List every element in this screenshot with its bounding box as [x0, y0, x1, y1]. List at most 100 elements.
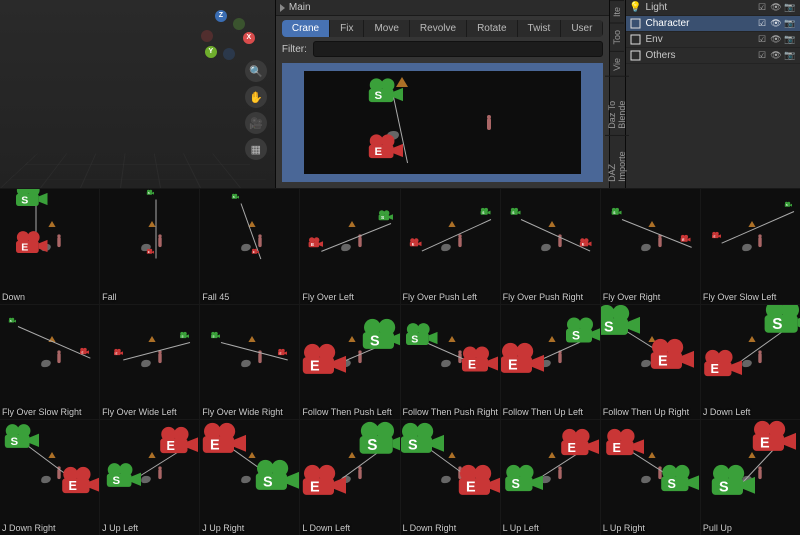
preset-thumb[interactable]: SEDown	[0, 189, 99, 304]
view-tool-perspective[interactable]: ▦	[245, 138, 267, 160]
preset-thumb[interactable]: SEL Up Right	[601, 420, 700, 535]
outliner-row-character[interactable]: Character☑👁📷	[626, 16, 800, 32]
toggle-select-icon[interactable]: ☑	[756, 18, 768, 30]
preset-thumb[interactable]: SEFly Over Push Right	[501, 189, 600, 304]
collection-icon	[630, 34, 642, 46]
viewport-3d[interactable]: Z X Y 🔍 ✋ 🎥 ▦	[0, 0, 276, 188]
axis-z[interactable]: Z	[215, 10, 227, 22]
vtab-2[interactable]: Vie	[610, 51, 624, 77]
preset-thumb[interactable]: SEJ Up Left	[100, 420, 199, 535]
tab-revolve[interactable]: Revolve	[410, 20, 467, 37]
toggle-render-icon[interactable]: 📷	[784, 2, 796, 14]
preset-thumb[interactable]: SEJ Up Right	[200, 420, 299, 535]
preset-thumb[interactable]: SEFollow Then Up Right	[601, 305, 700, 420]
vtab-0[interactable]: Ite	[610, 0, 624, 23]
character-figure	[487, 118, 491, 130]
axis-y-neg[interactable]	[233, 18, 245, 30]
toggle-visible-icon[interactable]: 👁	[770, 34, 782, 46]
camera-start-icon: S	[510, 207, 521, 218]
rock-prop	[441, 244, 451, 251]
collection-icon	[630, 50, 642, 62]
character-figure	[358, 469, 361, 479]
tab-fix[interactable]: Fix	[330, 20, 364, 37]
preset-thumb[interactable]: SEFly Over Slow Left	[701, 189, 800, 304]
preset-thumb[interactable]: SEFollow Then Up Left	[501, 305, 600, 420]
preset-thumb[interactable]: SEPull Up	[701, 420, 800, 535]
view-tool-zoom[interactable]: 🔍	[245, 60, 267, 82]
preset-thumb[interactable]: SEFall 45	[200, 189, 299, 304]
preset-thumb[interactable]: SEFollow Then Push Right	[401, 305, 500, 420]
preset-label: Follow Then Push Right	[403, 407, 498, 417]
axis-x[interactable]: X	[243, 32, 255, 44]
preset-thumb[interactable]: SEFly Over Left	[300, 189, 399, 304]
preset-thumb[interactable]: SEFall	[100, 189, 199, 304]
tab-move[interactable]: Move	[364, 20, 409, 37]
axis-z-neg[interactable]	[223, 48, 235, 60]
tab-user[interactable]: User	[561, 20, 603, 37]
vtab-1[interactable]: Too	[610, 23, 624, 51]
preset-thumb[interactable]: SEJ Down Left	[701, 305, 800, 420]
toggle-select-icon[interactable]: ☑	[756, 34, 768, 46]
toggle-visible-icon[interactable]: 👁	[770, 2, 782, 14]
camera-start-icon: S	[401, 421, 445, 459]
character-figure	[659, 237, 662, 247]
preset-thumb[interactable]: SEFly Over Push Left	[401, 189, 500, 304]
axis-gizmo[interactable]: Z X Y	[205, 10, 255, 60]
preset-label: Fly Over Wide Left	[102, 407, 177, 417]
view-tool-pan[interactable]: ✋	[245, 86, 267, 108]
disclose-icon[interactable]	[280, 4, 285, 12]
character-figure	[358, 237, 361, 247]
tab-crane[interactable]: Crane	[282, 20, 330, 37]
axis-x-neg[interactable]	[201, 30, 213, 42]
rock-prop	[41, 475, 51, 482]
toggle-visible-icon[interactable]: 👁	[770, 50, 782, 62]
preset-thumb[interactable]: SEL Down Right	[401, 420, 500, 535]
camera-start-icon: S	[562, 316, 600, 348]
preset-thumb[interactable]: SEFly Over Wide Right	[200, 305, 299, 420]
filter-input[interactable]	[313, 41, 604, 57]
svg-text:S: S	[21, 194, 28, 206]
preset-thumb[interactable]: SEL Down Left	[300, 420, 399, 535]
camera-end-icon: E	[578, 238, 591, 250]
outliner-row-env[interactable]: Env☑👁📷	[626, 32, 800, 48]
toggle-render-icon[interactable]: 📷	[784, 34, 796, 46]
camera-end-icon: E	[409, 238, 422, 250]
svg-text:E: E	[710, 362, 718, 376]
vtab-4[interactable]: DAZ Importe	[605, 135, 629, 188]
toggle-visible-icon[interactable]: 👁	[770, 18, 782, 30]
svg-text:S: S	[408, 437, 418, 453]
preset-thumb[interactable]: SEFly Over Right	[601, 189, 700, 304]
rock-prop	[141, 360, 151, 367]
svg-text:E: E	[21, 242, 28, 254]
preset-thumb[interactable]: SEFollow Then Push Left	[300, 305, 399, 420]
camera-start-icon: S	[358, 317, 400, 355]
toggle-render-icon[interactable]: 📷	[784, 50, 796, 62]
outliner-row-others[interactable]: Others☑👁📷	[626, 48, 800, 64]
target-cone-icon	[749, 336, 756, 342]
target-cone-icon	[348, 221, 355, 227]
vtab-3[interactable]: Daz To Blende	[605, 76, 629, 135]
tab-twist[interactable]: Twist	[518, 20, 562, 37]
axis-y[interactable]: Y	[205, 46, 217, 58]
camera-start-icon: S	[354, 420, 399, 460]
preset-label: L Up Left	[503, 523, 539, 533]
motion-path	[155, 199, 156, 258]
preset-thumb[interactable]: SEL Up Left	[501, 420, 600, 535]
outliner-row-light[interactable]: 💡Light☑👁📷	[626, 0, 800, 16]
preview-box: SE	[282, 63, 604, 182]
tab-rotate[interactable]: Rotate	[467, 20, 517, 37]
character-figure	[759, 237, 762, 247]
preset-thumb[interactable]: SEFly Over Slow Right	[0, 305, 99, 420]
preset-thumb[interactable]: SEJ Down Right	[0, 420, 99, 535]
svg-text:E: E	[658, 353, 668, 369]
toggle-select-icon[interactable]: ☑	[756, 50, 768, 62]
view-tool-camera[interactable]: 🎥	[245, 112, 267, 134]
camera-start-icon: S	[377, 209, 393, 224]
camera-end-icon: E	[748, 420, 796, 456]
rock-prop	[642, 244, 652, 251]
panel-header[interactable]: Main	[276, 0, 610, 16]
toggle-render-icon[interactable]: 📷	[784, 18, 796, 30]
outliner-toggles: ☑👁📷	[756, 18, 796, 30]
toggle-select-icon[interactable]: ☑	[756, 2, 768, 14]
preset-thumb[interactable]: SEFly Over Wide Left	[100, 305, 199, 420]
